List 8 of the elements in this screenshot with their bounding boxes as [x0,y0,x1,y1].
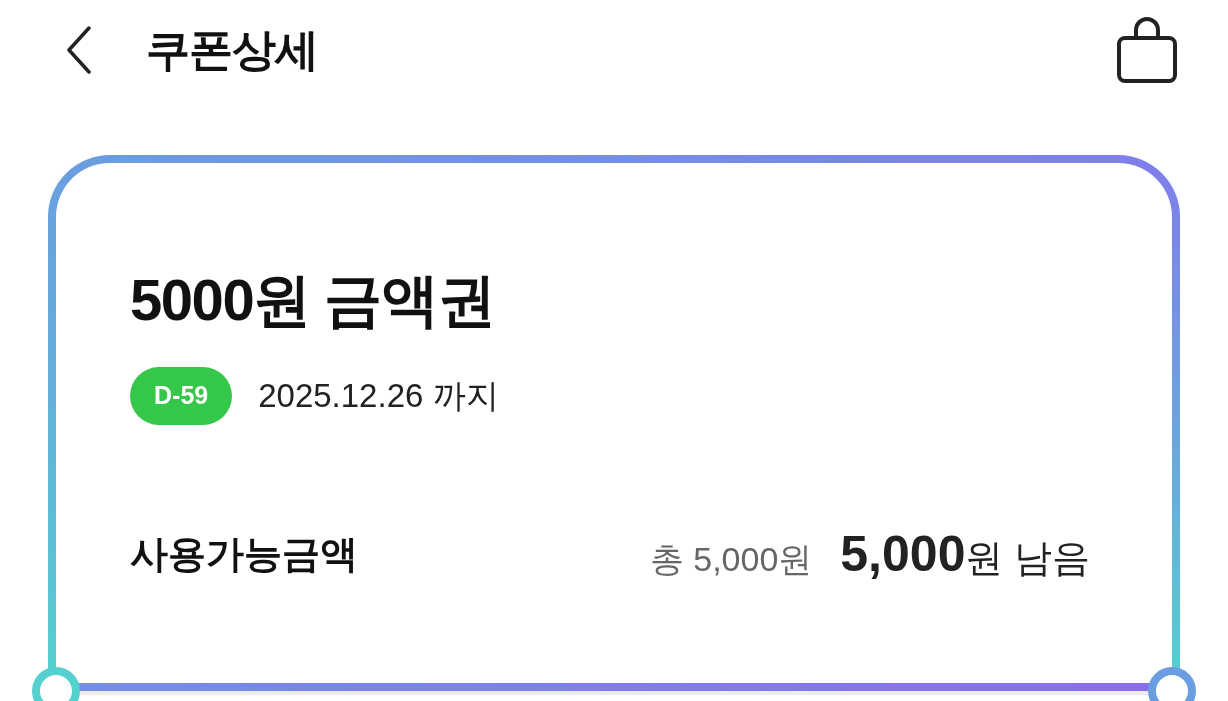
shopping-bag-icon[interactable] [1116,15,1178,85]
coupon-name: 5000원 금액권 [130,271,496,329]
page-title: 쿠폰상세 [146,24,318,76]
balance-label: 사용가능금액 [130,532,358,577]
expiry-date: 2025.12.26 까지 [258,376,499,417]
total-amount: 총 5,000원 [649,539,813,580]
d-day-badge: D-59 [130,367,233,425]
remaining-amount: 5,000원 남음 [840,525,1090,584]
